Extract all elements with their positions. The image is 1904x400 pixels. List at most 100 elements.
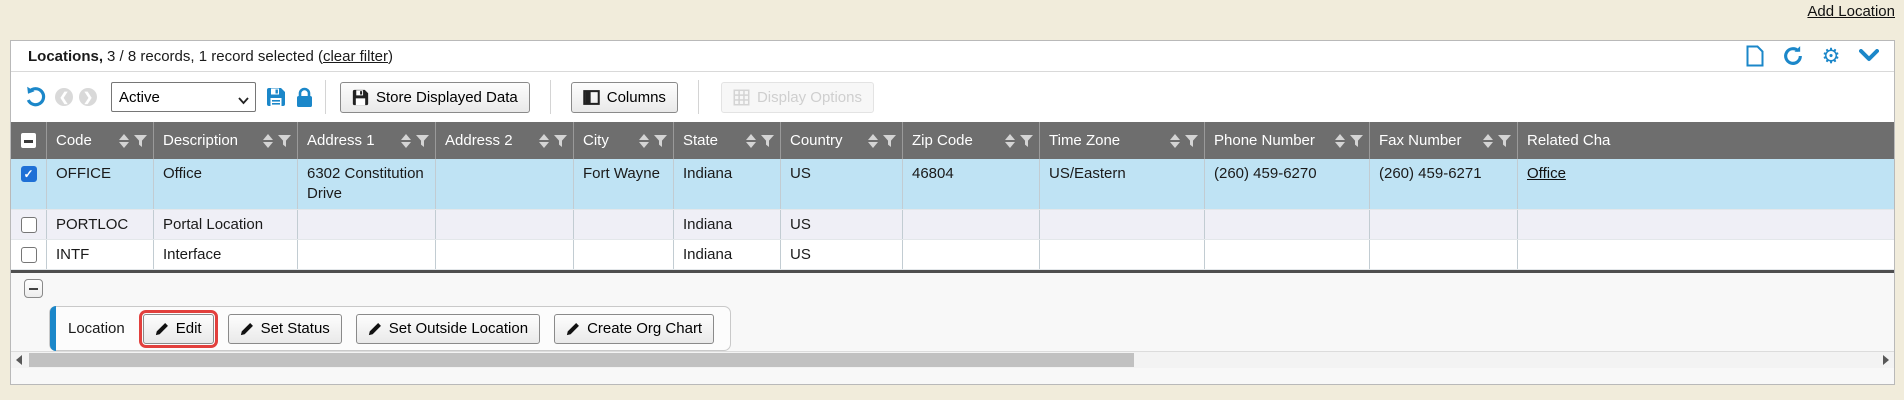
filter-icon[interactable]	[554, 135, 567, 147]
columns-icon	[583, 89, 600, 106]
sort-icon[interactable]	[401, 134, 411, 148]
create-org-chart-button[interactable]: Create Org Chart	[554, 314, 714, 344]
sort-icon[interactable]	[746, 134, 756, 148]
column-header-phone-number[interactable]: Phone Number	[1205, 122, 1370, 159]
sort-icon[interactable]	[1335, 134, 1345, 148]
set-outside-location-button[interactable]: Set Outside Location	[356, 314, 540, 344]
action-button-label: Set Status	[261, 320, 330, 337]
sort-icon[interactable]	[263, 134, 273, 148]
new-document-icon[interactable]	[1744, 45, 1766, 67]
panel-titlebar: Locations, 3 / 8 records, 1 record selec…	[11, 41, 1894, 72]
cell-time-zone	[1040, 210, 1205, 239]
refresh-icon[interactable]	[1782, 45, 1804, 67]
filter-icon[interactable]	[1185, 135, 1198, 147]
column-header-country[interactable]: Country	[781, 122, 903, 159]
column-header-code[interactable]: Code	[47, 122, 154, 159]
edit-button[interactable]: Edit	[143, 314, 214, 344]
filter-icon[interactable]	[883, 135, 896, 147]
filter-icon[interactable]	[761, 135, 774, 147]
cell-fax-number	[1370, 210, 1518, 239]
column-header-related-cha[interactable]: Related Cha	[1518, 122, 1894, 159]
store-displayed-data-button[interactable]: Store Displayed Data	[340, 82, 530, 113]
cell-description: Portal Location	[154, 210, 298, 239]
row-checkbox-cell	[11, 240, 47, 269]
column-header-label: Time Zone	[1049, 132, 1165, 149]
row-checkbox-cell	[11, 210, 47, 239]
cell-time-zone	[1040, 240, 1205, 269]
edit-pencil-icon	[566, 322, 580, 336]
column-header-label: Code	[56, 132, 114, 149]
undo-icon[interactable]	[23, 84, 49, 110]
action-buttons: Edit Set Status Set Outside Location Create…	[143, 314, 714, 344]
sort-icon[interactable]	[539, 134, 549, 148]
table-row[interactable]: ✓OFFICEOffice6302 Constitution DriveFort…	[11, 159, 1894, 210]
filter-icon[interactable]	[134, 135, 147, 147]
next-record-button[interactable]: ❯	[79, 88, 97, 106]
toolbar-separator	[550, 80, 551, 114]
column-header-address-2[interactable]: Address 2	[436, 122, 574, 159]
table-row[interactable]: INTFInterfaceIndianaUS	[11, 240, 1894, 270]
filter-icon[interactable]	[278, 135, 291, 147]
column-header-city[interactable]: City	[574, 122, 674, 159]
sort-icon[interactable]	[119, 134, 129, 148]
row-checkbox-cell: ✓	[11, 159, 47, 209]
filter-icon[interactable]	[1350, 135, 1363, 147]
add-location-link[interactable]: Add Location	[1807, 3, 1895, 20]
select-all-checkbox-cell	[11, 122, 47, 159]
sort-icon[interactable]	[868, 134, 878, 148]
set-status-button[interactable]: Set Status	[228, 314, 342, 344]
scroll-left-arrow[interactable]	[11, 352, 27, 368]
filter-icon[interactable]	[654, 135, 667, 147]
scroll-right-arrow[interactable]	[1878, 352, 1894, 368]
column-header-label: Address 2	[445, 132, 534, 149]
cell-code: PORTLOC	[47, 210, 154, 239]
sort-icon[interactable]	[1005, 134, 1015, 148]
display-options-label: Display Options	[757, 89, 862, 106]
status-filter-select[interactable]: Active	[111, 82, 256, 112]
column-header-fax-number[interactable]: Fax Number	[1370, 122, 1518, 159]
related-chart-link[interactable]: Office	[1527, 165, 1566, 182]
prev-record-button[interactable]: ❮	[55, 88, 73, 106]
cell-address-1	[298, 240, 436, 269]
settings-gear-icon[interactable]: ⚙	[1820, 45, 1842, 67]
scrollbar-thumb[interactable]	[29, 353, 1134, 367]
cell-zip-code	[903, 210, 1040, 239]
cell-time-zone: US/Eastern	[1040, 159, 1205, 209]
column-header-address-1[interactable]: Address 1	[298, 122, 436, 159]
column-header-state[interactable]: State	[674, 122, 781, 159]
cell-related-chart: Office	[1518, 159, 1894, 209]
column-header-label: State	[683, 132, 741, 149]
edit-pencil-icon	[155, 322, 169, 336]
filter-icon[interactable]	[416, 135, 429, 147]
collapse-minus-button[interactable]	[24, 279, 43, 298]
column-header-zip-code[interactable]: Zip Code	[903, 122, 1040, 159]
chevron-down-icon[interactable]	[1858, 45, 1880, 67]
cell-description: Interface	[154, 240, 298, 269]
cell-phone-number	[1205, 210, 1370, 239]
lock-icon[interactable]	[296, 87, 313, 108]
toolbar-separator	[698, 80, 699, 114]
column-header-label: Description	[163, 132, 258, 149]
save-filter-icon[interactable]	[266, 87, 286, 107]
column-header-description[interactable]: Description	[154, 122, 298, 159]
column-header-time-zone[interactable]: Time Zone	[1040, 122, 1205, 159]
clear-filter-link[interactable]: clear filter	[323, 48, 388, 65]
row-checkbox[interactable]	[21, 247, 37, 263]
row-checkbox[interactable]: ✓	[21, 166, 37, 182]
column-header-label: Phone Number	[1214, 132, 1330, 149]
cell-code: OFFICE	[47, 159, 154, 209]
filter-icon[interactable]	[1020, 135, 1033, 147]
action-group-label: Location	[68, 320, 125, 337]
select-all-checkbox[interactable]	[21, 133, 36, 148]
horizontal-scrollbar[interactable]	[11, 351, 1894, 368]
sort-icon[interactable]	[1170, 134, 1180, 148]
row-checkbox[interactable]	[21, 217, 37, 233]
sort-icon[interactable]	[639, 134, 649, 148]
status-filter: Active	[111, 82, 256, 112]
sort-icon[interactable]	[1483, 134, 1493, 148]
columns-button[interactable]: Columns	[571, 82, 678, 113]
filter-icon[interactable]	[1498, 135, 1511, 147]
table-row[interactable]: PORTLOCPortal LocationIndianaUS	[11, 210, 1894, 240]
action-button-label: Edit	[176, 320, 202, 337]
cell-country: US	[781, 240, 903, 269]
